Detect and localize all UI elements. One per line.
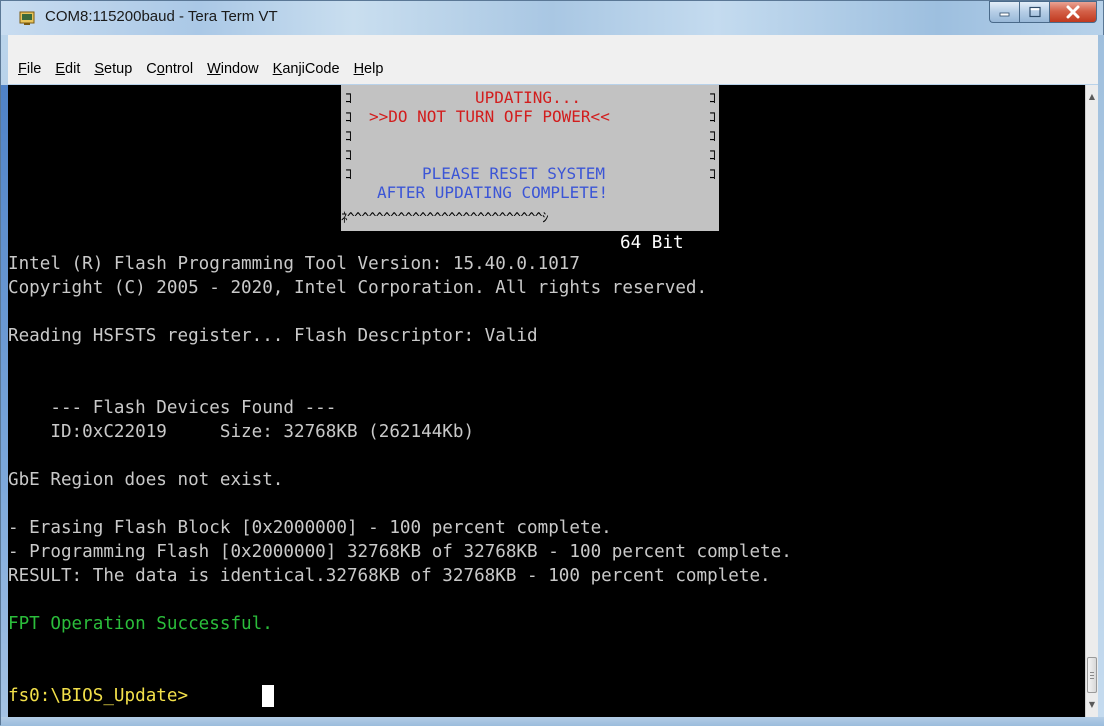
terminal-line: RESULT: The data is identical.32768KB of…	[8, 566, 771, 586]
menu-control[interactable]: Control	[146, 61, 201, 77]
terminal-area[interactable]: ｺ ｺ ｺ ｺ ｺ ｺ ｺ ｺ ｺ ｺ UPDATING... >>DO NOT…	[8, 85, 1085, 717]
window-title: COM8:115200baud - Tera Term VT	[45, 8, 278, 25]
minimize-icon	[999, 12, 1009, 17]
scroll-up-arrow-icon[interactable]: ▲	[1086, 89, 1098, 105]
minimize-button[interactable]	[989, 1, 1019, 23]
dialog-border-left: ｺ	[345, 129, 352, 145]
terminal-line: - Programming Flash [0x2000000] 32768KB …	[8, 542, 792, 562]
close-button[interactable]	[1049, 1, 1097, 23]
terminal-line: --- Flash Devices Found ---	[8, 398, 337, 418]
menu-help[interactable]: Help	[354, 61, 392, 77]
terminal-line: Copyright (C) 2005 - 2020, Intel Corpora…	[8, 278, 708, 298]
dialog-warning-text: >>DO NOT TURN OFF POWER<<	[369, 107, 610, 126]
scrollbar-thumb[interactable]	[1087, 657, 1097, 693]
menu-file[interactable]: File	[18, 61, 49, 77]
dialog-border-right: ｺ	[709, 148, 716, 164]
window-frame-left	[1, 85, 8, 717]
window-frame-right	[1098, 35, 1104, 717]
dialog-border-left: ｺ	[345, 148, 352, 164]
menu-setup[interactable]: Setup	[94, 61, 140, 77]
menu-window[interactable]: Window	[207, 61, 267, 77]
caption-buttons	[989, 1, 1097, 23]
vertical-scrollbar[interactable]: ▲ ▼	[1085, 85, 1098, 717]
dialog-border-left: ｺ	[345, 167, 352, 183]
scroll-down-arrow-icon[interactable]: ▼	[1086, 697, 1098, 713]
update-dialog: ｺ ｺ ｺ ｺ ｺ ｺ ｺ ｺ ｺ ｺ UPDATING... >>DO NOT…	[341, 85, 719, 231]
dialog-border-left: ｺ	[345, 110, 352, 126]
command-prompt: fs0:\BIOS_Update>	[8, 686, 199, 706]
dialog-updating-text: UPDATING...	[475, 88, 581, 107]
terminal-line: ID:0xC22019 Size: 32768KB (262144Kb)	[8, 422, 475, 442]
title-bar[interactable]: COM8:115200baud - Tera Term VT	[1, 1, 1103, 35]
menu-edit[interactable]: Edit	[55, 61, 88, 77]
terminal-line: GbE Region does not exist.	[8, 470, 284, 490]
text-cursor	[262, 685, 274, 707]
terminal-line: - Erasing Flash Block [0x2000000] - 100 …	[8, 518, 612, 538]
success-message: FPT Operation Successful.	[8, 614, 273, 634]
dialog-reset-text: PLEASE RESET SYSTEM	[422, 164, 606, 183]
bit-label: 64 Bit	[620, 233, 684, 253]
close-icon	[1066, 5, 1080, 19]
dialog-border-right: ｺ	[709, 129, 716, 145]
menu-kanjicode[interactable]: KanjiCode	[273, 61, 348, 77]
terminal-line: Reading HSFSTS register... Flash Descrip…	[8, 326, 538, 346]
maximize-icon	[1028, 6, 1041, 18]
dialog-bottom-border: ﾈ^^^^^^^^^^^^^^^^^^^^^^^^^^^ｼ	[341, 211, 549, 226]
tera-term-app-icon[interactable]	[19, 10, 35, 26]
dialog-border-left: ｺ	[345, 91, 352, 107]
maximize-button[interactable]	[1019, 1, 1049, 23]
dialog-after-text: AFTER UPDATING COMPLETE!	[377, 183, 609, 202]
menu-bar: File Edit Setup Control Window KanjiCode Help	[8, 35, 1098, 84]
terminal-line: Intel (R) Flash Programming Tool Version…	[8, 254, 580, 274]
tera-term-window: COM8:115200baud - Tera Term VT File Edit	[0, 0, 1104, 726]
